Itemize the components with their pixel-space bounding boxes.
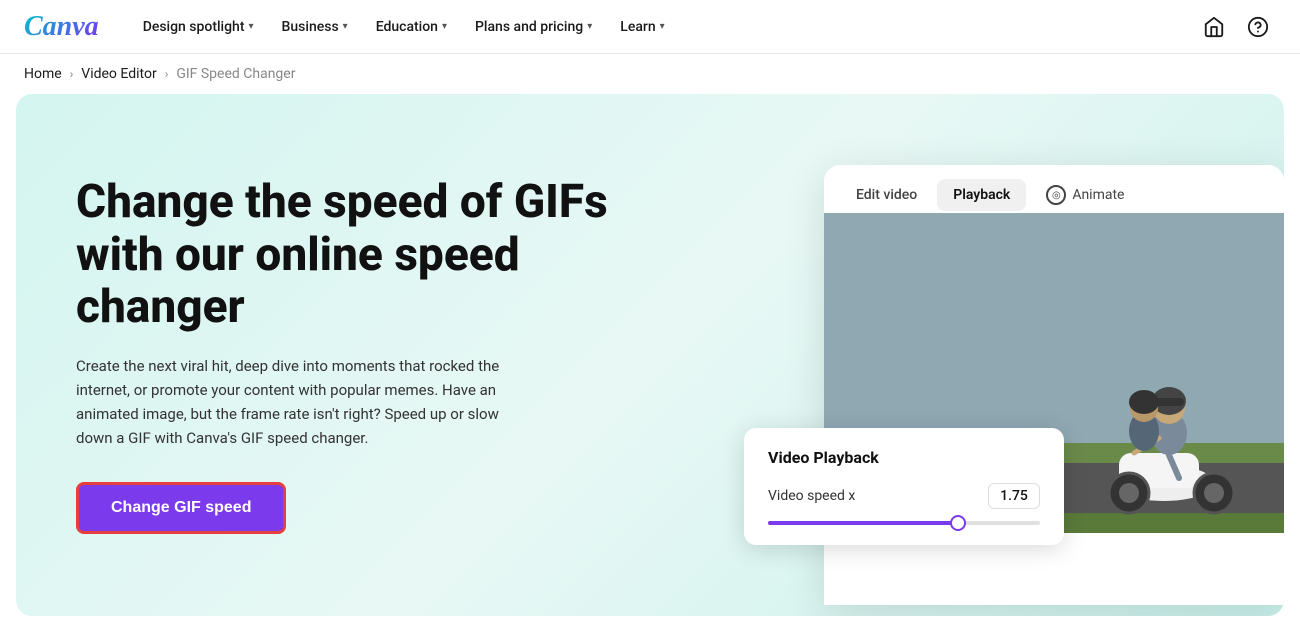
tab-animate[interactable]: ◎ Animate — [1030, 177, 1140, 213]
breadcrumb-current: GIF Speed Changer — [176, 66, 295, 82]
home-icon — [1203, 16, 1225, 38]
playback-panel-title: Video Playback — [768, 448, 1040, 467]
speed-value: 1.75 — [988, 483, 1040, 509]
hero-description: Create the next viral hit, deep dive int… — [76, 354, 536, 450]
editor-card: Edit video Playback ◎ Animate — [824, 165, 1284, 605]
chevron-down-icon-learn: ▾ — [660, 21, 665, 32]
speed-label: Video speed x — [768, 488, 855, 504]
nav-items: Design spotlight ▾ Business ▾ Education … — [131, 11, 1196, 43]
breadcrumb-home[interactable]: Home — [24, 66, 62, 82]
nav-label-plans-pricing: Plans and pricing — [475, 19, 583, 35]
speed-slider-track[interactable] — [768, 521, 1040, 525]
hero-right-content: Edit video Playback ◎ Animate — [704, 94, 1284, 616]
help-icon-button[interactable] — [1240, 9, 1276, 45]
nav-item-design-spotlight[interactable]: Design spotlight ▾ — [131, 11, 266, 43]
breadcrumb-sep-2: › — [165, 67, 169, 81]
nav-item-learn[interactable]: Learn ▾ — [608, 11, 676, 43]
hero-title: Change the speed of GIFs with our online… — [76, 176, 616, 335]
help-icon — [1247, 16, 1269, 38]
chevron-down-icon-education: ▾ — [442, 21, 447, 32]
nav-item-education[interactable]: Education ▾ — [364, 11, 459, 43]
slider-thumb[interactable] — [950, 515, 966, 531]
nav-label-business: Business — [282, 19, 339, 35]
home-icon-button[interactable] — [1196, 9, 1232, 45]
breadcrumb-sep-1: › — [70, 67, 74, 81]
playback-panel: Video Playback Video speed x 1.75 — [744, 428, 1064, 545]
chevron-down-icon-plans: ▾ — [587, 21, 592, 32]
breadcrumb-video-editor[interactable]: Video Editor — [81, 66, 156, 82]
animate-icon: ◎ — [1046, 185, 1066, 205]
navbar: Canva Design spotlight ▾ Business ▾ Educ… — [0, 0, 1300, 54]
chevron-down-icon-design: ▾ — [249, 21, 254, 32]
nav-label-design-spotlight: Design spotlight — [143, 19, 245, 35]
nav-item-business[interactable]: Business ▾ — [270, 11, 360, 43]
canva-logo[interactable]: Canva — [24, 11, 99, 43]
nav-label-education: Education — [376, 19, 438, 35]
slider-fill — [768, 521, 958, 525]
nav-label-learn: Learn — [620, 19, 655, 35]
tab-edit-video[interactable]: Edit video — [840, 179, 933, 211]
hero-section: Change the speed of GIFs with our online… — [16, 94, 1284, 616]
change-gif-speed-button[interactable]: Change GIF speed — [76, 482, 286, 534]
nav-icon-group — [1196, 9, 1276, 45]
playback-speed-row: Video speed x 1.75 — [768, 483, 1040, 509]
nav-item-plans-pricing[interactable]: Plans and pricing ▾ — [463, 11, 604, 43]
chevron-down-icon-business: ▾ — [343, 21, 348, 32]
hero-left-content: Change the speed of GIFs with our online… — [76, 176, 616, 535]
breadcrumb: Home › Video Editor › GIF Speed Changer — [0, 54, 1300, 94]
tab-playback[interactable]: Playback — [937, 179, 1026, 211]
editor-tabs: Edit video Playback ◎ Animate — [824, 165, 1284, 213]
